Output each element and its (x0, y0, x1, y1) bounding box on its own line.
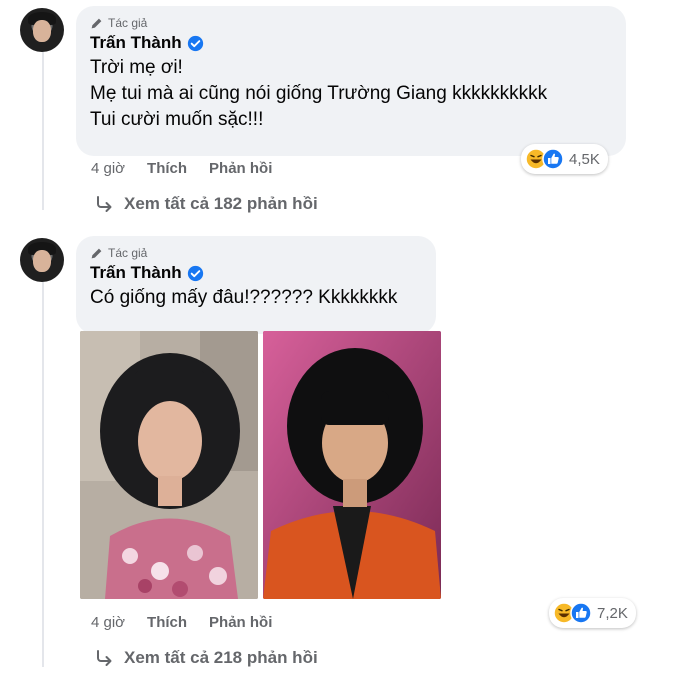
comment-text-line: Tui cười muốn sặc!!! (90, 109, 264, 130)
view-replies-label[interactable]: Xem tất cả 218 phản hồi (124, 648, 318, 668)
comment-text-line: Trời mẹ ơi! (90, 57, 183, 78)
view-replies-label[interactable]: Xem tất cả 182 phản hồi (124, 194, 318, 214)
thread-line-2 (42, 282, 44, 667)
reply-button[interactable]: Phản hồi (209, 160, 272, 177)
photo-man-illustration (263, 331, 441, 599)
reply-arrow-icon (97, 196, 112, 212)
view-replies-link[interactable]: Xem tất cả 218 phản hồi (94, 648, 318, 668)
like-button[interactable]: Thích (147, 614, 187, 631)
verified-badge-icon (187, 265, 203, 281)
comment-actions: 4 giờ Thích Phản hồi (91, 160, 272, 177)
verified-badge-icon (187, 35, 203, 51)
comment-time[interactable]: 4 giờ (91, 160, 125, 177)
avatar[interactable] (20, 8, 64, 52)
comment-bubble: Tác giả Trấn Thành Có giống mấy đâu!????… (76, 236, 436, 334)
reaction-summary[interactable]: 4,5K (521, 144, 608, 174)
attached-photo-woman[interactable] (80, 331, 258, 599)
comment-text-line: Mẹ tui mà ai cũng nói giống Trường Giang… (90, 83, 548, 104)
attached-photo-man[interactable] (263, 331, 441, 599)
like-button[interactable]: Thích (147, 160, 187, 177)
like-reaction-icon (542, 148, 564, 170)
pencil-icon (91, 18, 102, 28)
avatar[interactable] (20, 238, 64, 282)
reaction-count: 7,2K (597, 604, 628, 622)
thread-line-1 (42, 52, 44, 210)
author-name[interactable]: Trấn Thành (90, 263, 182, 283)
author-tag: Tác giả (90, 246, 420, 260)
pencil-icon (91, 248, 102, 258)
comment-text-line: Có giống mấy đâu!?????? Kkkkkkkk (90, 287, 398, 308)
comment-time[interactable]: 4 giờ (91, 614, 125, 631)
reaction-summary[interactable]: 7,2K (549, 598, 636, 628)
comment-actions: 4 giờ Thích Phản hồi (91, 614, 272, 631)
view-replies-link[interactable]: Xem tất cả 182 phản hồi (94, 194, 318, 214)
author-tag-label: Tác giả (108, 246, 148, 260)
comment-bubble: Tác giả Trấn Thành Trời mẹ ơi! Mẹ tui mà… (76, 6, 626, 156)
reply-arrow-icon (97, 650, 112, 666)
reply-button[interactable]: Phản hồi (209, 614, 272, 631)
like-reaction-icon (570, 602, 592, 624)
photo-woman-illustration (80, 331, 258, 599)
reaction-count: 4,5K (569, 150, 600, 168)
author-name[interactable]: Trấn Thành (90, 33, 182, 53)
author-tag-label: Tác giả (108, 16, 148, 30)
author-tag: Tác giả (90, 16, 610, 30)
